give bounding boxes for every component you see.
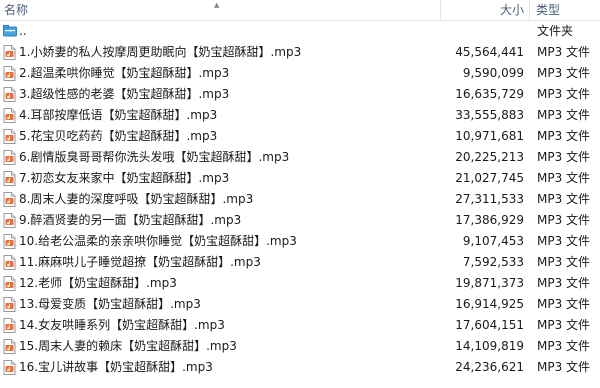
- list-item[interactable]: 5.花宝贝吃药药【奶宝超酥甜】.mp3 10,971,681 MP3 文件: [0, 126, 600, 147]
- mp3-file-icon: [3, 66, 16, 81]
- file-name: 7.初恋女友来家中【奶宝超酥甜】.mp3: [19, 171, 230, 185]
- list-item[interactable]: 7.初恋女友来家中【奶宝超酥甜】.mp3 21,027,745 MP3 文件: [0, 168, 600, 189]
- file-type: MP3 文件: [537, 108, 591, 122]
- file-type: MP3 文件: [537, 360, 591, 374]
- file-size: 20,225,213: [455, 150, 524, 164]
- list-item[interactable]: 1.小娇妻的私人按摩周更助眠向【奶宝超酥甜】.mp3 45,564,441 MP…: [0, 42, 600, 63]
- list-item[interactable]: 10.给老公温柔的亲亲哄你睡觉【奶宝超酥甜】.mp3 9,107,453 MP3…: [0, 231, 600, 252]
- mp3-file-icon: [3, 276, 16, 291]
- file-size: 19,871,373: [455, 276, 524, 290]
- column-header-name[interactable]: 名称: [4, 0, 440, 20]
- list-item[interactable]: 11.麻麻哄儿子睡觉超撩【奶宝超酥甜】.mp3 7,592,533 MP3 文件: [0, 252, 600, 273]
- file-type: MP3 文件: [537, 213, 591, 227]
- list-item[interactable]: 3.超级性感的老婆【奶宝超酥甜】.mp3 16,635,729 MP3 文件: [0, 84, 600, 105]
- file-type: MP3 文件: [537, 45, 591, 59]
- file-name: 1.小娇妻的私人按摩周更助眠向【奶宝超酥甜】.mp3: [19, 45, 302, 59]
- file-name: 10.给老公温柔的亲亲哄你睡觉【奶宝超酥甜】.mp3: [19, 234, 297, 248]
- mp3-file-icon: [3, 150, 16, 165]
- column-header-type[interactable]: 类型: [536, 0, 600, 20]
- file-type: MP3 文件: [537, 87, 591, 101]
- column-divider[interactable]: [529, 0, 530, 20]
- mp3-file-icon: [3, 129, 16, 144]
- file-size: 17,604,151: [455, 318, 524, 332]
- mp3-file-icon: [3, 297, 16, 312]
- file-size: 17,386,929: [455, 213, 524, 227]
- file-type: 文件夹: [537, 24, 574, 38]
- file-name: 5.花宝贝吃药药【奶宝超酥甜】.mp3: [19, 129, 218, 143]
- file-size: 45,564,441: [455, 45, 524, 59]
- file-type: MP3 文件: [537, 276, 591, 290]
- mp3-file-icon: [3, 171, 16, 186]
- file-type: MP3 文件: [537, 171, 591, 185]
- mp3-file-icon: [3, 360, 16, 375]
- list-item[interactable]: 14.女友哄睡系列【奶宝超酥甜】.mp3 17,604,151 MP3 文件: [0, 315, 600, 336]
- file-name: 13.母爱变质【奶宝超酥甜】.mp3: [19, 297, 201, 311]
- sort-ascending-icon: ▲: [214, 1, 220, 9]
- file-type: MP3 文件: [537, 234, 591, 248]
- mp3-file-icon: [3, 255, 16, 270]
- list-item[interactable]: 12.老师【奶宝超酥甜】.mp3 19,871,373 MP3 文件: [0, 273, 600, 294]
- file-type: MP3 文件: [537, 150, 591, 164]
- file-size: 16,635,729: [455, 87, 524, 101]
- file-name: 8.周末人妻的深度呼吸【奶宝超酥甜】.mp3: [19, 192, 254, 206]
- list-item[interactable]: 2.超温柔哄你睡觉【奶宝超酥甜】.mp3 9,590,099 MP3 文件: [0, 63, 600, 84]
- mp3-file-icon: [3, 87, 16, 102]
- file-size: 7,592,533: [462, 255, 524, 269]
- mp3-file-icon: [3, 108, 16, 123]
- file-name: 11.麻麻哄儿子睡觉超撩【奶宝超酥甜】.mp3: [19, 255, 261, 269]
- file-name: 14.女友哄睡系列【奶宝超酥甜】.mp3: [19, 318, 225, 332]
- list-item[interactable]: 13.母爱变质【奶宝超酥甜】.mp3 16,914,925 MP3 文件: [0, 294, 600, 315]
- file-size: 9,590,099: [462, 66, 524, 80]
- file-type: MP3 文件: [537, 318, 591, 332]
- file-type: MP3 文件: [537, 297, 591, 311]
- file-name: 2.超温柔哄你睡觉【奶宝超酥甜】.mp3: [19, 66, 230, 80]
- file-size: 21,027,745: [455, 171, 524, 185]
- list-item[interactable]: 8.周末人妻的深度呼吸【奶宝超酥甜】.mp3 27,311,533 MP3 文件: [0, 189, 600, 210]
- file-name: 9.醉酒贤妻的另一面【奶宝超酥甜】.mp3: [19, 213, 242, 227]
- folder-up-icon: [3, 24, 17, 39]
- file-name: 4.耳部按摩低语【奶宝超酥甜】.mp3: [19, 108, 218, 122]
- file-name: 16.宝儿讲故事【奶宝超酥甜】.mp3: [19, 360, 213, 374]
- file-name: 12.老师【奶宝超酥甜】.mp3: [19, 276, 177, 290]
- file-name: 6.剧情版臭哥哥帮你洗头发哦【奶宝超酥甜】.mp3: [19, 150, 290, 164]
- list-item[interactable]: 9.醉酒贤妻的另一面【奶宝超酥甜】.mp3 17,386,929 MP3 文件: [0, 210, 600, 231]
- file-type: MP3 文件: [537, 66, 591, 80]
- mp3-file-icon: [3, 213, 16, 228]
- file-size: 10,971,681: [455, 129, 524, 143]
- list-item[interactable]: 15.周末人妻的赖床【奶宝超酥甜】.mp3 14,109,819 MP3 文件: [0, 336, 600, 357]
- mp3-file-icon: [3, 339, 16, 354]
- file-size: 14,109,819: [455, 339, 524, 353]
- file-size: 24,236,621: [455, 360, 524, 374]
- file-type: MP3 文件: [537, 339, 591, 353]
- list-item-parent-folder[interactable]: .. 文件夹: [0, 21, 600, 42]
- mp3-file-icon: [3, 192, 16, 207]
- mp3-file-icon: [3, 234, 16, 249]
- file-name: ..: [19, 24, 27, 38]
- file-type: MP3 文件: [537, 192, 591, 206]
- list-item[interactable]: 4.耳部按摩低语【奶宝超酥甜】.mp3 33,555,883 MP3 文件: [0, 105, 600, 126]
- column-divider[interactable]: [440, 0, 441, 20]
- file-size: 33,555,883: [455, 108, 524, 122]
- file-size: 27,311,533: [455, 192, 524, 206]
- column-header: 名称 ▲ 大小 类型: [0, 0, 600, 21]
- mp3-file-icon: [3, 45, 16, 60]
- file-type: MP3 文件: [537, 129, 591, 143]
- column-header-size[interactable]: 大小: [444, 0, 524, 20]
- file-list: .. 文件夹 1.小娇妻的私人按摩周更助眠向【奶宝超酥甜】.mp3 45,564…: [0, 21, 600, 378]
- list-item[interactable]: 16.宝儿讲故事【奶宝超酥甜】.mp3 24,236,621 MP3 文件: [0, 357, 600, 378]
- file-type: MP3 文件: [537, 255, 591, 269]
- mp3-file-icon: [3, 318, 16, 333]
- file-name: 15.周末人妻的赖床【奶宝超酥甜】.mp3: [19, 339, 237, 353]
- file-size: 16,914,925: [455, 297, 524, 311]
- file-name: 3.超级性感的老婆【奶宝超酥甜】.mp3: [19, 87, 230, 101]
- list-item[interactable]: 6.剧情版臭哥哥帮你洗头发哦【奶宝超酥甜】.mp3 20,225,213 MP3…: [0, 147, 600, 168]
- file-size: 9,107,453: [462, 234, 524, 248]
